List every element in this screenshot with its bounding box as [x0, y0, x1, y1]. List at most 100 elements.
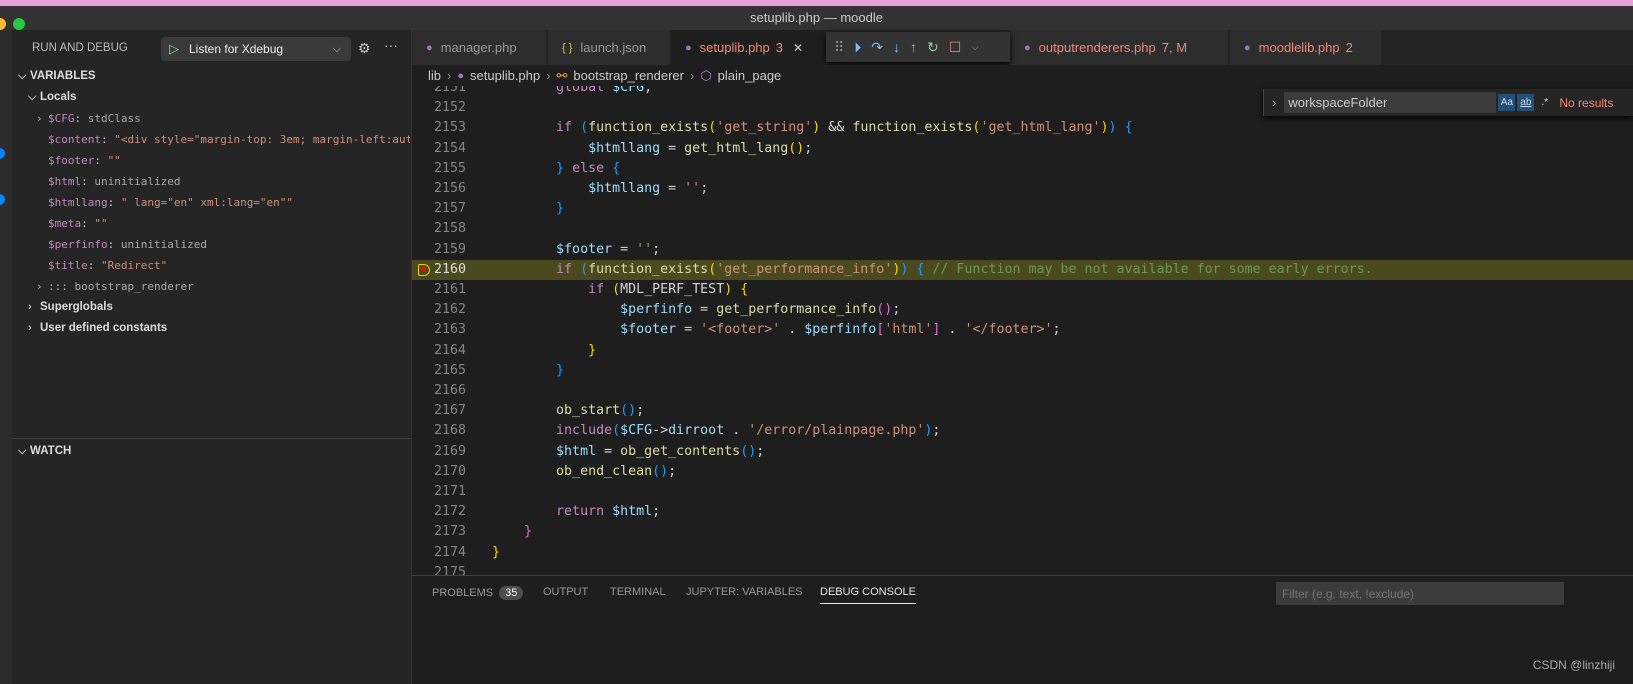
restart-icon[interactable]: ↻ [927, 39, 939, 56]
code-line: 2169 $html = ob_get_contents(); [412, 442, 1633, 462]
filter-input[interactable] [1276, 582, 1564, 605]
drag-handle-icon[interactable]: ⠿ [834, 39, 844, 56]
line-number: 2163 [433, 322, 466, 338]
tab-launch-json[interactable]: { } launch.json [548, 30, 670, 65]
code-line: 2158 [412, 219, 1633, 239]
tab-jupyter-variables[interactable]: JUPYTER: VARIABLES [686, 586, 803, 598]
variable-item[interactable]: $perfinfo: uninitialized [12, 234, 410, 255]
tab-debug-console[interactable]: DEBUG CONSOLE [820, 586, 916, 604]
scope-user-constants[interactable]: › User defined constants [12, 318, 410, 339]
stop-icon[interactable]: ☐ [949, 39, 962, 56]
variable-value: "" [94, 217, 108, 230]
whole-word-toggle[interactable]: ab [1517, 94, 1535, 111]
tab-problems[interactable]: PROBLEMS 35 [432, 586, 524, 600]
code-text: } [556, 201, 565, 217]
chevron-right-icon: › [28, 322, 32, 334]
code-editor[interactable]: 2151 global $CFG; 2152 2153 if (function_e… [412, 86, 1633, 575]
variable-item[interactable]: $htmllang: " lang="en" xml:lang="en"" [12, 192, 410, 213]
class-scope-label: ::: bootstrap_renderer [48, 280, 194, 293]
start-debugging-icon[interactable]: ▷ [169, 41, 179, 57]
minimize-button[interactable] [0, 18, 6, 30]
json-icon: { } [562, 41, 573, 54]
variable-item[interactable]: $title: "Redirect" [12, 255, 410, 276]
tab-outputrenderers-php[interactable]: ● outputrenderers.php 7, M [1010, 30, 1229, 65]
breadcrumb-item[interactable]: lib [428, 68, 441, 83]
tab-terminal[interactable]: TERMINAL [610, 586, 666, 598]
zoom-button[interactable] [13, 18, 25, 30]
code-line: 2174} [412, 543, 1633, 563]
line-number: 2173 [433, 524, 466, 540]
variables-header[interactable]: ⌵ VARIABLES [12, 66, 410, 87]
line-number: 2162 [433, 302, 466, 318]
regex-toggle[interactable]: .* [1536, 94, 1553, 111]
breadcrumb-item[interactable]: setuplib.php [470, 68, 540, 83]
line-number: 2152 [433, 100, 466, 116]
debug-toolbar: ⠿ ⏵ ↷ ↓ ↑ ↻ ☐ ⌵ [826, 32, 1010, 62]
code-line: 2154 $htmllang = get_html_lang(); [412, 139, 1633, 159]
step-into-icon[interactable]: ↓ [893, 39, 900, 55]
line-number: 2174 [433, 544, 466, 560]
line-number: 2159 [433, 241, 466, 257]
find-input[interactable] [1284, 92, 1497, 113]
gear-icon[interactable]: ⚙ [358, 40, 371, 57]
code-text: if (function_exists('get_string') && fun… [556, 120, 1133, 136]
variable-item[interactable]: $content: "<div style="margin-top: 3em; … [12, 129, 410, 150]
class-icon: ⚯ [556, 67, 568, 83]
tab-problem-badge: 7, M [1161, 40, 1188, 55]
launch-config-select[interactable]: ▷ Listen for Xdebug ⌵ [161, 37, 351, 61]
code-text: $html = ob_get_contents(); [556, 443, 765, 459]
code-text: if (MDL_PERF_TEST) { [588, 282, 749, 297]
toggle-replace-icon[interactable]: › [1272, 95, 1276, 110]
chevron-right-icon: › [28, 301, 32, 313]
variable-item[interactable]: › $CFG: stdClass [12, 108, 410, 129]
tab-output[interactable]: OUTPUT [543, 586, 588, 598]
more-actions-icon[interactable]: ··· [384, 37, 398, 53]
code-text: ob_end_clean(); [556, 463, 677, 479]
tab-manager-php[interactable]: ● manager.php [412, 30, 547, 65]
tab-moodlelib-php[interactable]: ● moodlelib.php 2 [1230, 30, 1382, 65]
variable-value: uninitialized [94, 175, 181, 188]
variable-item[interactable]: $footer: "" [12, 150, 410, 171]
step-over-icon[interactable]: ↷ [871, 39, 883, 56]
code-line: 2171 [412, 482, 1633, 502]
breadcrumb-item[interactable]: plain_page [718, 68, 782, 83]
tab-setuplib-php[interactable]: ● setuplib.php 3 ✕ [671, 30, 826, 65]
code-text: } [492, 544, 501, 560]
variable-name: $title [48, 259, 88, 272]
chevron-down-icon: ⌵ [18, 70, 27, 82]
code-line: 2155 } else { [412, 159, 1633, 179]
variable-value: "" [107, 154, 121, 167]
php-icon: ● [685, 41, 692, 54]
line-number: 2169 [433, 443, 466, 459]
php-icon: ● [1244, 41, 1251, 54]
breadcrumb-item[interactable]: bootstrap_renderer [573, 68, 684, 83]
php-icon: ● [1024, 41, 1031, 54]
chevron-down-icon: ⌵ [332, 42, 341, 55]
code-line: 2164 } [412, 341, 1633, 361]
code-text: return $html; [556, 504, 661, 520]
line-number: 2165 [433, 362, 466, 378]
variable-item[interactable]: $html: uninitialized [12, 171, 410, 192]
step-out-icon[interactable]: ↑ [910, 39, 917, 55]
chevron-right-icon: › [36, 280, 43, 293]
code-line: 2165 } [412, 361, 1633, 381]
variable-name: $footer [48, 154, 95, 167]
class-scope-item[interactable]: ›::: bootstrap_renderer [12, 276, 410, 297]
line-number: 2166 [433, 383, 466, 398]
watch-section[interactable]: ⌵ WATCH [12, 438, 411, 457]
continue-icon[interactable]: ⏵ [854, 39, 861, 56]
code-text: $footer = '<footer>' . $perfinfo['html']… [620, 322, 1061, 338]
breakpoint-current-icon[interactable] [418, 263, 430, 276]
code-text: $htmllang = get_html_lang(); [588, 140, 813, 156]
line-number: 2157 [433, 201, 466, 217]
match-case-toggle[interactable]: Aa [1498, 94, 1516, 111]
chevron-down-icon[interactable]: ⌵ [971, 42, 979, 53]
close-icon[interactable]: ✕ [793, 41, 803, 55]
line-number: 2156 [433, 181, 466, 196]
scope-locals[interactable]: ⌵ Locals [12, 87, 410, 108]
variable-item[interactable]: $meta: "" [12, 213, 410, 234]
line-number: 2175 [433, 564, 466, 575]
scope-superglobals[interactable]: › Superglobals [12, 297, 410, 318]
code-line: 2166 [412, 381, 1633, 401]
activity-bar [0, 30, 12, 684]
